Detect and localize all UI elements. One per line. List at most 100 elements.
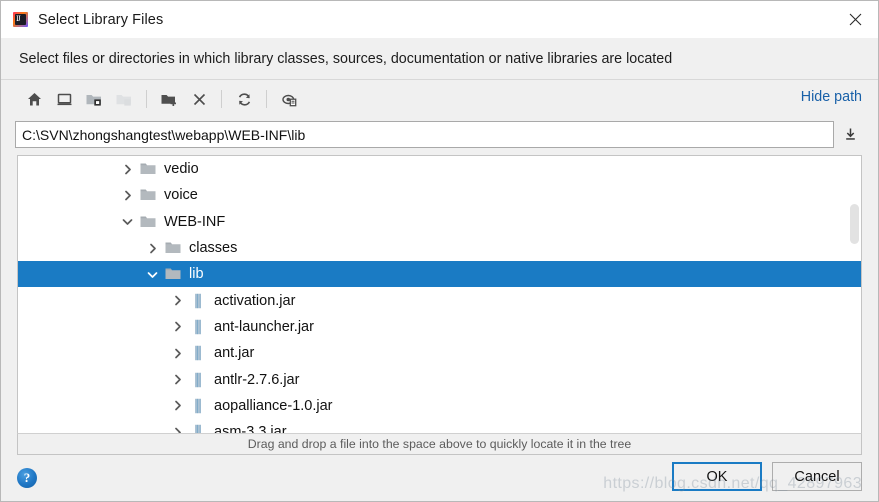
window-title: Select Library Files	[38, 11, 164, 28]
tree-expander-collapsed-icon[interactable]	[118, 160, 136, 178]
folder-glyph	[140, 163, 156, 175]
tree-row[interactable]: voice	[18, 182, 861, 208]
toolbar-separator-2	[221, 90, 222, 108]
delete-glyph	[193, 93, 205, 105]
chevron-right-icon	[174, 374, 181, 385]
tree-vertical-scrollbar[interactable]	[849, 157, 860, 432]
jar-icon	[189, 318, 207, 336]
tree-row-label: lib	[189, 266, 204, 283]
chevron-right-icon	[149, 243, 156, 253]
tree-row[interactable]: aopalliance-1.0.jar	[18, 393, 861, 419]
tree-row[interactable]: activation.jar	[18, 287, 861, 313]
chevron-right-icon	[174, 295, 181, 306]
chevron-right-icon	[124, 164, 131, 174]
tree-expander-collapsed-icon[interactable]	[168, 292, 186, 310]
tree-expander-expanded-icon[interactable]	[143, 265, 161, 283]
jar-glyph	[195, 424, 201, 433]
tree-row[interactable]: asm-3.3.jar	[18, 419, 861, 433]
tree-row-label: voice	[164, 187, 198, 204]
refresh-glyph	[238, 92, 250, 106]
tree-row-label: activation.jar	[214, 292, 296, 309]
home-icon[interactable]	[19, 85, 49, 113]
dialog-description: Select files or directories in which lib…	[19, 50, 673, 67]
path-row: C:\SVN\zhongshangtest\webapp\WEB-INF\lib	[1, 118, 878, 151]
new-folder-glyph	[161, 94, 176, 106]
tree-row[interactable]: ant-launcher.jar	[18, 314, 861, 340]
tree-row-label: aopalliance-1.0.jar	[214, 397, 333, 414]
file-tree[interactable]: vedio voice WEB-INF classes lib activation.ja…	[18, 156, 861, 433]
tree-row-label: classes	[189, 240, 238, 257]
toolbar-separator-1	[146, 90, 147, 108]
folder-glyph	[165, 268, 181, 280]
select-library-files-dialog: IJ Select Library Files Select files or …	[0, 0, 879, 502]
new-folder-icon[interactable]	[154, 85, 184, 113]
path-input[interactable]: C:\SVN\zhongshangtest\webapp\WEB-INF\lib	[15, 121, 834, 148]
chevron-right-icon	[174, 400, 181, 411]
chevron-down-icon	[147, 271, 157, 278]
dialog-footer: ? OK Cancel https://blog.csdn.net/qq_428…	[1, 455, 878, 501]
jar-icon	[189, 292, 207, 310]
tree-expander-collapsed-icon[interactable]	[168, 318, 186, 336]
recent-paths-glyph	[845, 128, 855, 140]
refresh-icon[interactable]	[229, 85, 259, 113]
tree-row-label: WEB-INF	[164, 213, 226, 230]
folder-icon	[139, 213, 157, 231]
dialog-description-bar: Select files or directories in which lib…	[1, 38, 878, 80]
help-icon[interactable]: ?	[17, 468, 37, 488]
close-icon[interactable]	[832, 1, 878, 37]
show-hidden-files-glyph	[282, 94, 297, 106]
toolbar-separator-3	[266, 90, 267, 108]
jar-glyph	[195, 293, 201, 308]
desktop-glyph	[57, 93, 71, 105]
folder-glyph	[140, 189, 156, 201]
tree-row[interactable]: ant.jar	[18, 340, 861, 366]
tree-row-label: ant-launcher.jar	[214, 318, 314, 335]
tree-expander-collapsed-icon[interactable]	[168, 344, 186, 362]
tree-scrollbar-thumb[interactable]	[850, 204, 859, 244]
jar-glyph	[195, 398, 201, 414]
jar-icon	[189, 344, 207, 362]
folder-icon	[139, 160, 157, 178]
folder-glyph	[140, 216, 156, 227]
jar-icon	[189, 397, 207, 415]
ok-button[interactable]: OK	[672, 462, 762, 491]
desktop-icon[interactable]	[49, 85, 79, 113]
chevron-right-icon	[174, 348, 181, 359]
tree-row[interactable]: lib	[18, 261, 861, 288]
module-folder-icon	[109, 85, 139, 113]
delete-icon[interactable]	[184, 85, 214, 113]
show-hidden-files-icon[interactable]	[274, 85, 304, 113]
project-folder-icon[interactable]	[79, 85, 109, 113]
tree-expander-collapsed-icon[interactable]	[168, 397, 186, 415]
project-folder-glyph	[86, 94, 101, 106]
tree-row[interactable]: classes	[18, 235, 861, 261]
tree-row-label: vedio	[164, 161, 199, 178]
intellij-idea-icon: IJ	[12, 11, 29, 28]
chevron-right-icon	[124, 190, 131, 201]
file-chooser-toolbar: Hide path	[1, 80, 878, 118]
tree-row-label: asm-3.3.jar	[214, 424, 287, 433]
folder-icon	[164, 265, 182, 283]
tree-expander-collapsed-icon[interactable]	[168, 423, 186, 433]
tree-row-label: antlr-2.7.6.jar	[214, 371, 300, 388]
title-bar: IJ Select Library Files	[1, 1, 878, 38]
hide-path-link[interactable]: Hide path	[801, 89, 862, 105]
tree-expander-expanded-icon[interactable]	[118, 213, 136, 231]
tree-row[interactable]: antlr-2.7.6.jar	[18, 366, 861, 392]
drag-drop-hint-bar: Drag and drop a file into the space abov…	[17, 433, 862, 455]
drag-drop-hint: Drag and drop a file into the space abov…	[247, 437, 632, 451]
recent-paths-icon[interactable]	[836, 121, 864, 148]
tree-expander-collapsed-icon[interactable]	[118, 186, 136, 204]
tree-row[interactable]: WEB-INF	[18, 209, 861, 235]
folder-icon	[164, 239, 182, 257]
folder-icon	[139, 186, 157, 204]
tree-expander-collapsed-icon[interactable]	[168, 371, 186, 389]
chevron-right-icon	[174, 427, 181, 433]
tree-expander-collapsed-icon[interactable]	[143, 239, 161, 257]
cancel-button[interactable]: Cancel	[772, 462, 862, 491]
chevron-right-icon	[174, 322, 181, 332]
tree-row[interactable]: vedio	[18, 156, 861, 182]
jar-icon	[189, 371, 207, 389]
jar-glyph	[195, 346, 201, 361]
jar-icon	[189, 423, 207, 433]
